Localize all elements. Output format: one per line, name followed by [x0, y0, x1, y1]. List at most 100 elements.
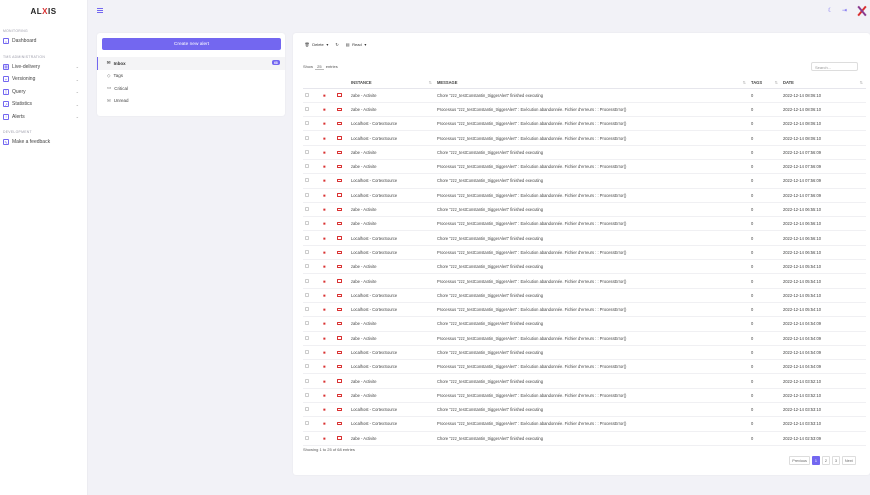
mail-icon[interactable] — [337, 322, 342, 326]
sidebar-item-make-a-feedback[interactable]: ✎ Make a feedback — [0, 136, 87, 149]
row-checkbox[interactable] — [305, 135, 309, 140]
mail-icon[interactable] — [337, 436, 342, 440]
mail-icon[interactable] — [337, 250, 342, 254]
folder-critical[interactable]: ▭ Critical — [97, 82, 285, 95]
table-row[interactable]: ■ Localhost - CortexSource Chore "zzz_test… — [303, 345, 866, 361]
mail-icon[interactable] — [337, 93, 342, 97]
table-row[interactable]: ■ zabe - Activite Chore "zzz_testConstanti… — [303, 202, 866, 218]
row-checkbox[interactable] — [305, 321, 309, 326]
bookmark-icon[interactable]: ■ — [323, 279, 326, 284]
entries-select[interactable]: 25 — [315, 64, 324, 70]
row-checkbox[interactable] — [305, 364, 309, 369]
page-button-previous[interactable]: Previous — [789, 456, 811, 465]
page-button-1[interactable]: 1 — [811, 456, 821, 465]
mail-icon[interactable] — [337, 164, 342, 169]
mail-icon[interactable] — [337, 136, 342, 140]
mail-icon[interactable] — [337, 150, 342, 154]
folder-tags[interactable]: ◇ Tags — [97, 70, 285, 83]
create-alert-button[interactable]: Create new alert — [102, 38, 281, 50]
table-row[interactable]: ■ zabe - Activite Chore "zzz_testConstanti… — [303, 259, 866, 275]
mail-icon[interactable] — [337, 393, 342, 397]
sidebar-item-versioning[interactable]: ⑂ Versioning ⌄ — [0, 73, 87, 86]
column-message[interactable]: MESSAGE ⇅ — [435, 78, 749, 89]
row-checkbox[interactable] — [305, 292, 309, 297]
bookmark-icon[interactable]: ■ — [323, 121, 326, 126]
bookmark-icon[interactable]: ■ — [323, 350, 326, 355]
row-checkbox[interactable] — [305, 349, 309, 354]
bookmark-icon[interactable]: ■ — [323, 93, 326, 98]
bookmark-icon[interactable]: ■ — [323, 250, 326, 255]
table-row[interactable]: ■ Localhost - CortexSource Processus "zzz_… — [303, 130, 866, 146]
bookmark-icon[interactable]: ■ — [323, 379, 326, 384]
mail-icon[interactable] — [337, 264, 342, 269]
logout-icon[interactable]: ⇥ — [842, 7, 847, 14]
mail-icon[interactable] — [337, 207, 342, 212]
bookmark-icon[interactable]: ■ — [323, 221, 326, 226]
table-row[interactable]: ■ Localhost - CortexSource Processus "zzz_… — [303, 416, 866, 432]
page-button-next[interactable]: Next — [841, 456, 856, 465]
row-checkbox[interactable] — [305, 221, 309, 226]
mail-icon[interactable] — [337, 121, 342, 126]
table-row[interactable]: ■ zabe - Activite Chore "zzz_testConstanti… — [303, 373, 866, 389]
mail-icon[interactable] — [337, 236, 342, 240]
bookmark-icon[interactable]: ■ — [323, 407, 326, 412]
bookmark-icon[interactable]: ■ — [323, 321, 326, 326]
table-row[interactable]: ■ Localhost - CortexSource Processus "zzz_… — [303, 116, 866, 132]
table-row[interactable]: ■ zabe - Activite Chore "zzz_testConstanti… — [303, 88, 866, 103]
row-checkbox[interactable] — [305, 106, 309, 111]
row-checkbox[interactable] — [305, 407, 309, 412]
mail-icon[interactable] — [337, 379, 342, 383]
mail-icon[interactable] — [337, 293, 342, 297]
table-row[interactable]: ■ Localhost - CortexSource Processus "zzz_… — [303, 245, 866, 261]
theme-toggle-icon[interactable]: ☾ — [828, 7, 833, 14]
bookmark-icon[interactable]: ■ — [323, 207, 326, 212]
row-checkbox[interactable] — [305, 249, 309, 254]
sidebar-item-alerts[interactable]: ! Alerts ⌄ — [0, 111, 87, 124]
table-row[interactable]: ■ Localhost - CortexSource Processus "zzz_… — [303, 359, 866, 375]
mail-icon[interactable] — [337, 222, 342, 226]
row-checkbox[interactable] — [305, 121, 309, 126]
bookmark-icon[interactable]: ■ — [323, 364, 326, 369]
app-logo[interactable]: AL X IS — [0, 0, 87, 22]
bookmark-icon[interactable]: ■ — [323, 436, 326, 441]
table-row[interactable]: ■ zabe - Activite Chore "zzz_testConstanti… — [303, 431, 866, 446]
row-checkbox[interactable] — [305, 192, 309, 197]
column-instance[interactable]: INSTANCE ⇅ — [349, 78, 435, 89]
row-checkbox[interactable] — [305, 278, 309, 283]
table-row[interactable]: ■ Localhost - CortexSource Processus "zzz_… — [303, 188, 866, 203]
mail-icon[interactable] — [337, 193, 342, 197]
bookmark-icon[interactable]: ■ — [323, 421, 326, 426]
table-row[interactable]: ■ zabe - Activite Chore "zzz_testConstanti… — [303, 145, 866, 160]
row-checkbox[interactable] — [305, 164, 309, 169]
mail-icon[interactable] — [337, 364, 342, 369]
sidebar-item-query[interactable]: ▯ Query ⌄ — [0, 86, 87, 99]
table-row[interactable]: ■ zabe - Activite Chore "zzz_testConstanti… — [303, 316, 866, 332]
mail-icon[interactable] — [337, 407, 342, 412]
row-checkbox[interactable] — [305, 435, 309, 440]
menu-icon[interactable] — [97, 8, 103, 13]
row-checkbox[interactable] — [305, 378, 309, 383]
table-row[interactable]: ■ zabe - Activite Processus "zzz_testConst… — [303, 102, 866, 118]
mail-icon[interactable] — [337, 307, 342, 312]
column-date[interactable]: DATE ⇅ — [781, 78, 866, 89]
table-row[interactable]: ■ Localhost - CortexSource Chore "zzz_test… — [303, 288, 866, 303]
row-checkbox[interactable] — [305, 264, 309, 269]
table-row[interactable]: ■ Localhost - CortexSource Chore "zzz_test… — [303, 402, 866, 418]
table-row[interactable]: ■ zabe - Activite Processus "zzz_testConst… — [303, 273, 866, 289]
folder-inbox[interactable]: ✉ Inbox 68 — [97, 57, 285, 70]
bookmark-icon[interactable]: ■ — [323, 107, 326, 112]
table-row[interactable]: ■ zabe - Activite Processus "zzz_testConst… — [303, 159, 866, 175]
column-tags[interactable]: TAGS ⇅ — [749, 78, 781, 89]
page-button-2[interactable]: 2 — [821, 456, 831, 465]
table-row[interactable]: ■ Localhost - CortexSource Chore "zzz_test… — [303, 173, 866, 189]
bookmark-icon[interactable]: ■ — [323, 178, 326, 183]
row-checkbox[interactable] — [305, 235, 309, 240]
bookmark-icon[interactable]: ■ — [323, 393, 326, 398]
bookmark-icon[interactable]: ■ — [323, 164, 326, 169]
table-row[interactable]: ■ Localhost - CortexSource Chore "zzz_test… — [303, 230, 866, 246]
table-row[interactable]: ■ zabe - Activite Processus "zzz_testConst… — [303, 388, 866, 404]
mail-icon[interactable] — [337, 336, 342, 340]
bookmark-icon[interactable]: ■ — [323, 293, 326, 298]
row-checkbox[interactable] — [305, 207, 309, 212]
table-row[interactable]: ■ zabe - Activite Processus "zzz_testConst… — [303, 216, 866, 232]
